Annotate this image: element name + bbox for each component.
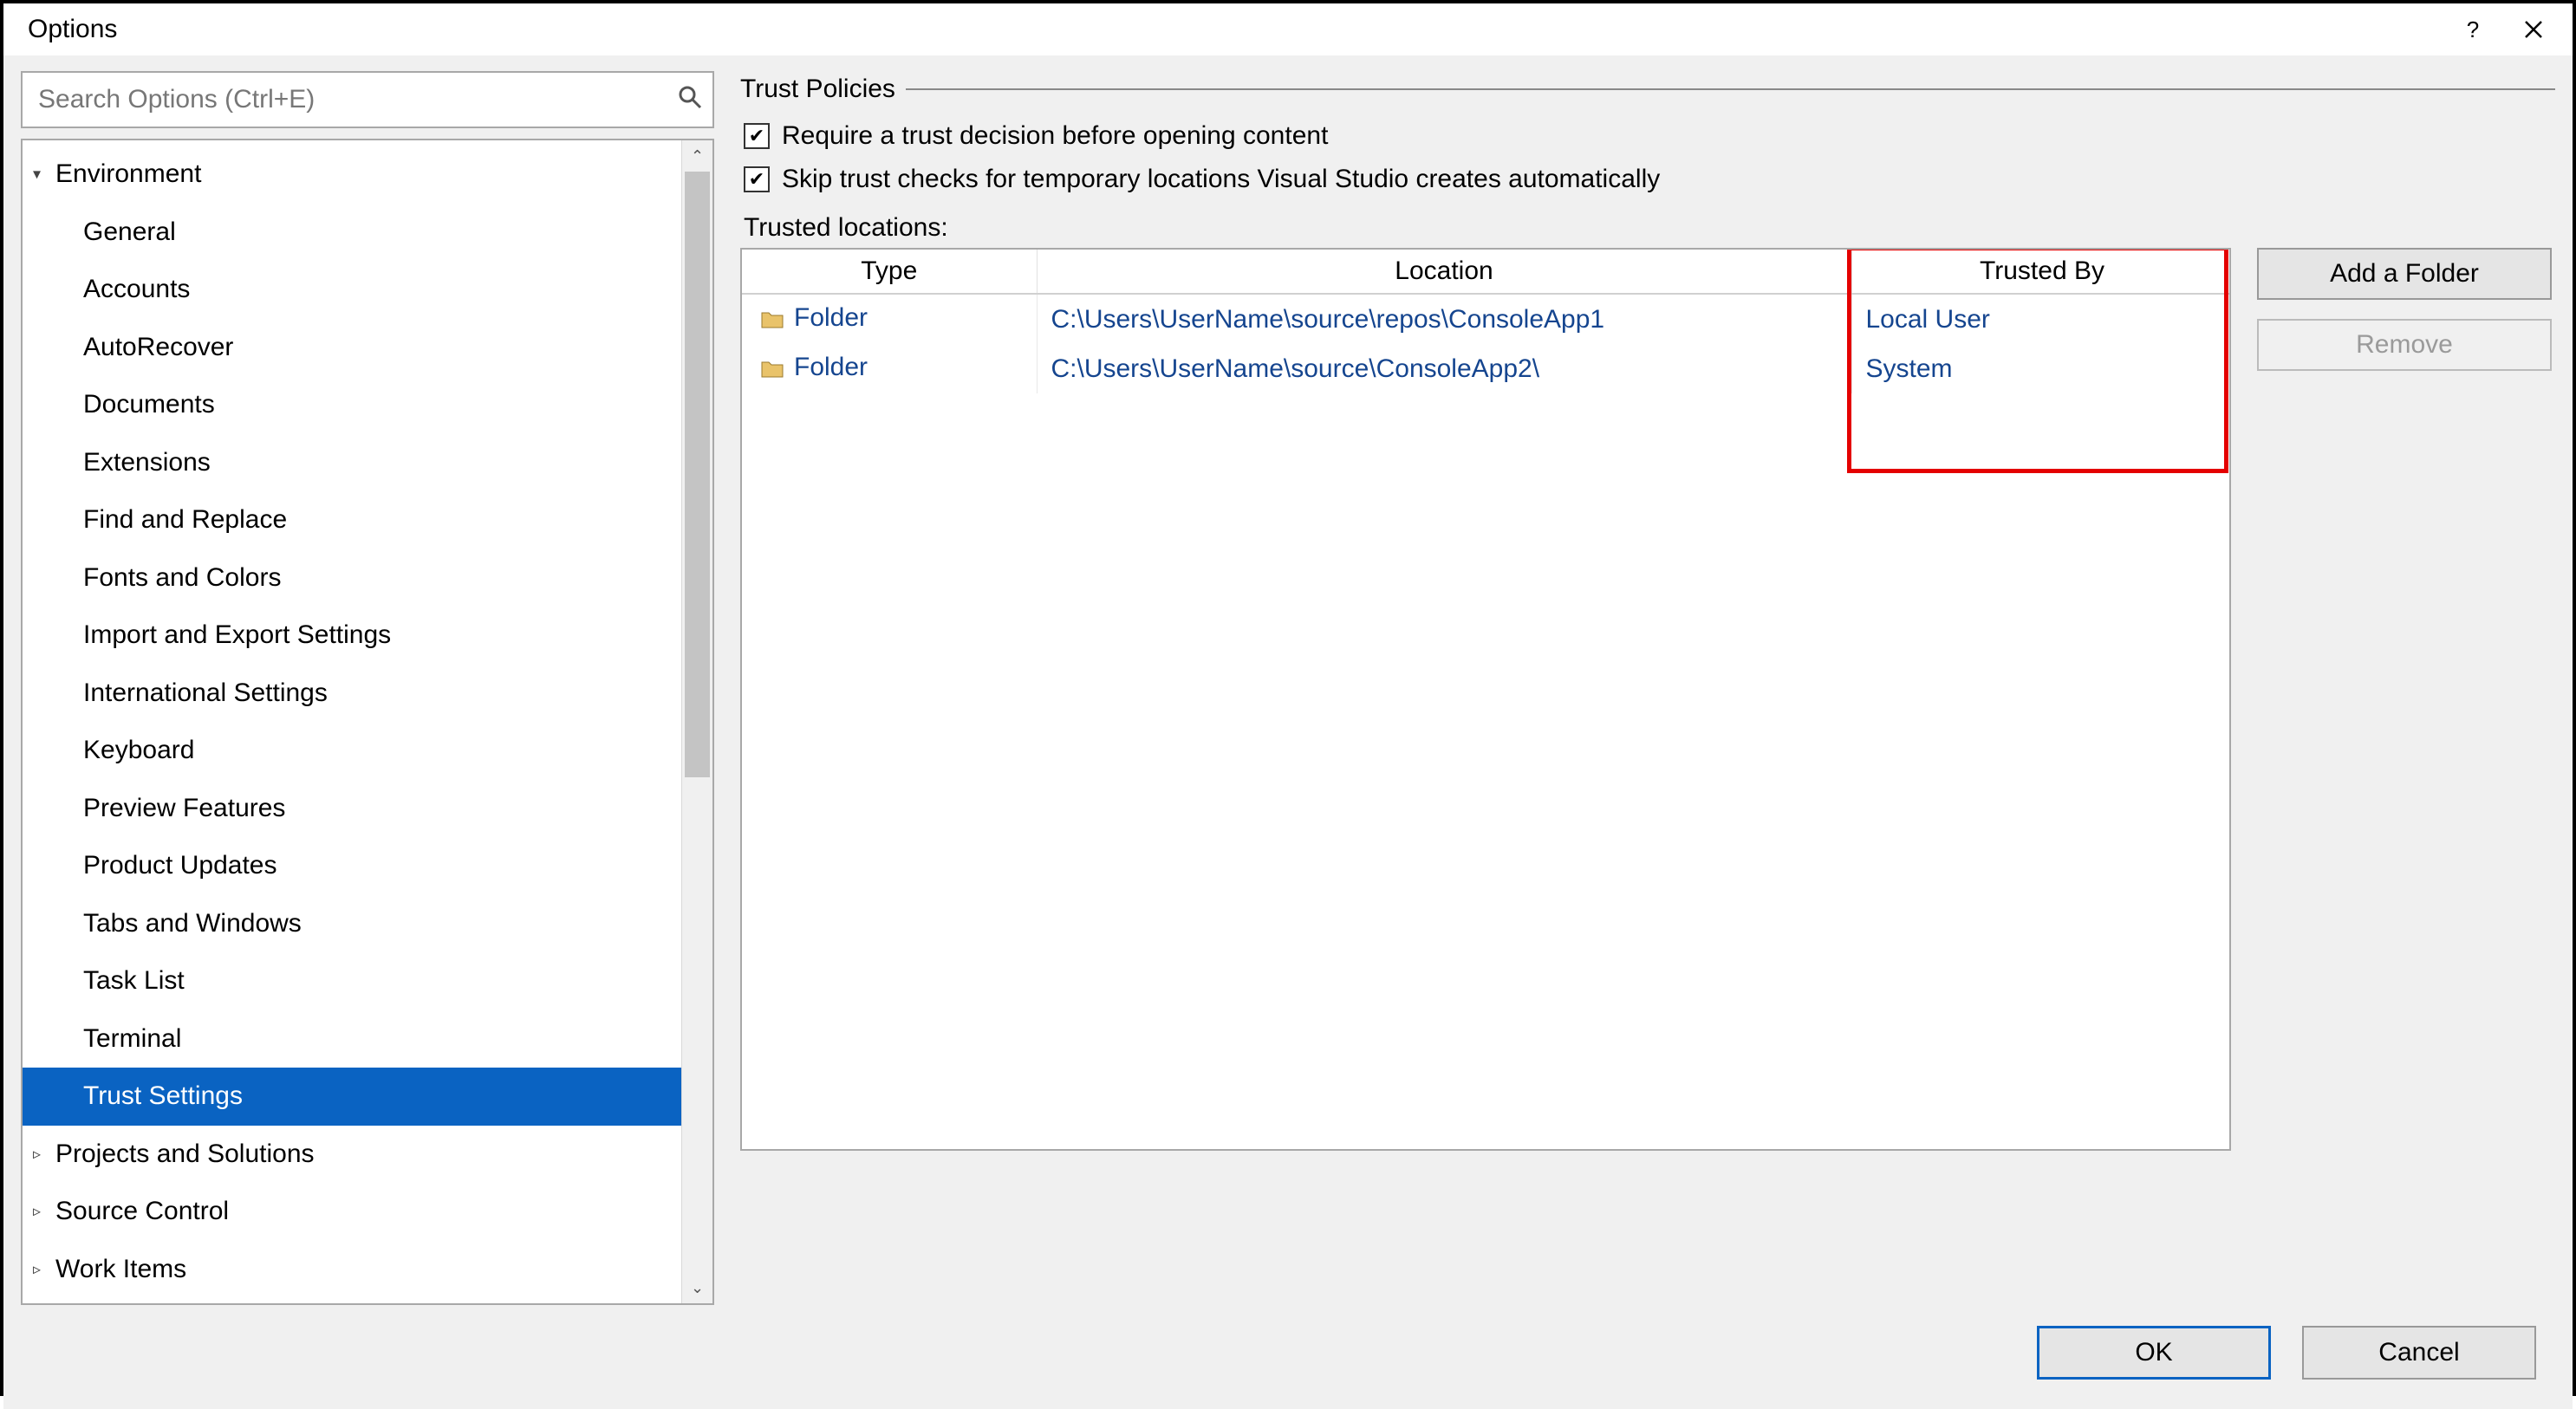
tree-label: Trust Settings bbox=[83, 1081, 243, 1110]
checkbox-checked-icon[interactable]: ✔ bbox=[744, 123, 770, 149]
chevron-right-icon: ▹ bbox=[33, 1197, 41, 1227]
cell-trusted-by: System bbox=[1851, 344, 2231, 393]
cancel-button[interactable]: Cancel bbox=[2302, 1326, 2536, 1380]
chevron-right-icon: ▹ bbox=[33, 1139, 41, 1169]
tree-label: Fonts and Colors bbox=[83, 563, 281, 592]
tree-label: Accounts bbox=[83, 275, 190, 303]
section-title: Trust Policies bbox=[740, 75, 895, 104]
tree-label: Source Control bbox=[55, 1197, 229, 1225]
side-buttons: Add a Folder Remove bbox=[2257, 248, 2552, 371]
tree-item-documents[interactable]: Documents bbox=[23, 376, 681, 434]
search-icon bbox=[678, 85, 702, 114]
tree-item-general[interactable]: General bbox=[23, 204, 681, 262]
tree-item-tabs-windows[interactable]: Tabs and Windows bbox=[23, 895, 681, 953]
checkbox-checked-icon[interactable]: ✔ bbox=[744, 166, 770, 192]
tree-item-accounts[interactable]: Accounts bbox=[23, 261, 681, 319]
tree-item-international[interactable]: International Settings bbox=[23, 665, 681, 723]
tree-label: Tabs and Windows bbox=[83, 909, 302, 938]
scroll-thumb[interactable] bbox=[685, 172, 710, 777]
tree-label: Extensions bbox=[83, 448, 211, 477]
ok-button[interactable]: OK bbox=[2037, 1326, 2271, 1380]
skip-trust-checkbox-row[interactable]: ✔ Skip trust checks for temporary locati… bbox=[744, 165, 2555, 194]
tree-item-trust-settings[interactable]: Trust Settings bbox=[23, 1068, 681, 1126]
tree-item-terminal[interactable]: Terminal bbox=[23, 1010, 681, 1068]
tree-label: General bbox=[83, 218, 176, 246]
cell-type: Folder bbox=[742, 344, 1037, 393]
tree-label: International Settings bbox=[83, 679, 328, 707]
help-button[interactable]: ? bbox=[2443, 3, 2503, 55]
cell-location: C:\Users\UserName\source\repos\ConsoleAp… bbox=[1037, 294, 1851, 344]
trusted-locations-table-wrap: Type Location Trusted By bbox=[740, 248, 2231, 1151]
add-folder-button[interactable]: Add a Folder bbox=[2257, 248, 2552, 300]
close-icon bbox=[2524, 20, 2543, 39]
tree-item-projects-solutions[interactable]: ▹ Projects and Solutions bbox=[23, 1126, 681, 1184]
search-wrap bbox=[21, 71, 714, 128]
trusted-locations-label: Trusted locations: bbox=[744, 213, 2555, 243]
left-pane: ▾ Environment General Accounts AutoRecov… bbox=[21, 71, 714, 1305]
tree-label: Product Updates bbox=[83, 851, 276, 880]
right-pane: Trust Policies ✔ Require a trust decisio… bbox=[740, 71, 2555, 1305]
window-title: Options bbox=[28, 15, 2443, 44]
options-dialog: Options ? ▾ Environment bbox=[0, 0, 2576, 1396]
titlebar: Options ? bbox=[3, 3, 2573, 55]
tree-item-keyboard[interactable]: Keyboard bbox=[23, 722, 681, 780]
scroll-up-icon[interactable]: ⌃ bbox=[682, 140, 712, 172]
tree-label: Preview Features bbox=[83, 794, 285, 822]
options-tree-container: ▾ Environment General Accounts AutoRecov… bbox=[21, 139, 714, 1305]
trusted-locations-table[interactable]: Type Location Trusted By bbox=[742, 250, 2231, 393]
require-trust-checkbox-row[interactable]: ✔ Require a trust decision before openin… bbox=[744, 121, 2555, 151]
tree-item-import-export[interactable]: Import and Export Settings bbox=[23, 607, 681, 665]
chevron-down-icon: ▾ bbox=[33, 159, 41, 190]
table-header-row: Type Location Trusted By bbox=[742, 250, 2231, 294]
options-tree[interactable]: ▾ Environment General Accounts AutoRecov… bbox=[23, 140, 681, 1303]
tree-item-extensions[interactable]: Extensions bbox=[23, 434, 681, 492]
tree-label: Terminal bbox=[83, 1024, 181, 1053]
tree-label: Documents bbox=[83, 390, 215, 419]
cell-type-text: Folder bbox=[794, 303, 868, 332]
tree-label: Task List bbox=[83, 966, 185, 995]
tree-label: Projects and Solutions bbox=[55, 1140, 315, 1168]
tree-label: Find and Replace bbox=[83, 505, 287, 534]
tree-item-product-updates[interactable]: Product Updates bbox=[23, 837, 681, 895]
tree-item-find-replace[interactable]: Find and Replace bbox=[23, 491, 681, 549]
section-header: Trust Policies bbox=[740, 75, 2555, 104]
checkbox-label: Skip trust checks for temporary location… bbox=[782, 165, 1660, 194]
tree-item-environment[interactable]: ▾ Environment bbox=[23, 146, 681, 204]
tree-item-preview-features[interactable]: Preview Features bbox=[23, 780, 681, 838]
col-header-type[interactable]: Type bbox=[742, 250, 1037, 294]
cell-type: Folder bbox=[742, 294, 1037, 344]
tree-label: AutoRecover bbox=[83, 333, 233, 361]
chevron-right-icon: ▹ bbox=[33, 1254, 41, 1284]
tree-label: Keyboard bbox=[83, 736, 194, 764]
folder-icon bbox=[761, 355, 784, 385]
col-header-location[interactable]: Location bbox=[1037, 250, 1851, 294]
table-row[interactable]: Folder C:\Users\UserName\source\ConsoleA… bbox=[742, 344, 2231, 393]
tree-label: Environment bbox=[55, 159, 201, 188]
remove-button[interactable]: Remove bbox=[2257, 319, 2552, 371]
tree-label: Work Items bbox=[55, 1255, 186, 1283]
cell-location: C:\Users\UserName\source\ConsoleApp2\ bbox=[1037, 344, 1851, 393]
tree-item-fonts-colors[interactable]: Fonts and Colors bbox=[23, 549, 681, 607]
folder-icon bbox=[761, 306, 784, 335]
scroll-track[interactable] bbox=[682, 172, 712, 1272]
dialog-footer: OK Cancel bbox=[21, 1305, 2555, 1409]
checkbox-label: Require a trust decision before opening … bbox=[782, 121, 1328, 151]
col-header-trusted-by[interactable]: Trusted By bbox=[1851, 250, 2231, 294]
table-row[interactable]: Folder C:\Users\UserName\source\repos\Co… bbox=[742, 294, 2231, 344]
cell-type-text: Folder bbox=[794, 353, 868, 381]
tree-item-task-list[interactable]: Task List bbox=[23, 952, 681, 1010]
content-area: ▾ Environment General Accounts AutoRecov… bbox=[3, 55, 2573, 1409]
close-button[interactable] bbox=[2503, 3, 2564, 55]
tree-item-autorecover[interactable]: AutoRecover bbox=[23, 319, 681, 377]
scroll-down-icon[interactable]: ⌄ bbox=[682, 1272, 712, 1303]
tree-item-work-items[interactable]: ▹ Work Items bbox=[23, 1241, 681, 1299]
search-input[interactable] bbox=[21, 71, 714, 128]
tree-label: Import and Export Settings bbox=[83, 620, 391, 649]
tree-scrollbar[interactable]: ⌃ ⌄ bbox=[681, 140, 712, 1303]
section-divider bbox=[906, 88, 2555, 90]
tree-item-source-control[interactable]: ▹ Source Control bbox=[23, 1183, 681, 1241]
cell-trusted-by: Local User bbox=[1851, 294, 2231, 344]
